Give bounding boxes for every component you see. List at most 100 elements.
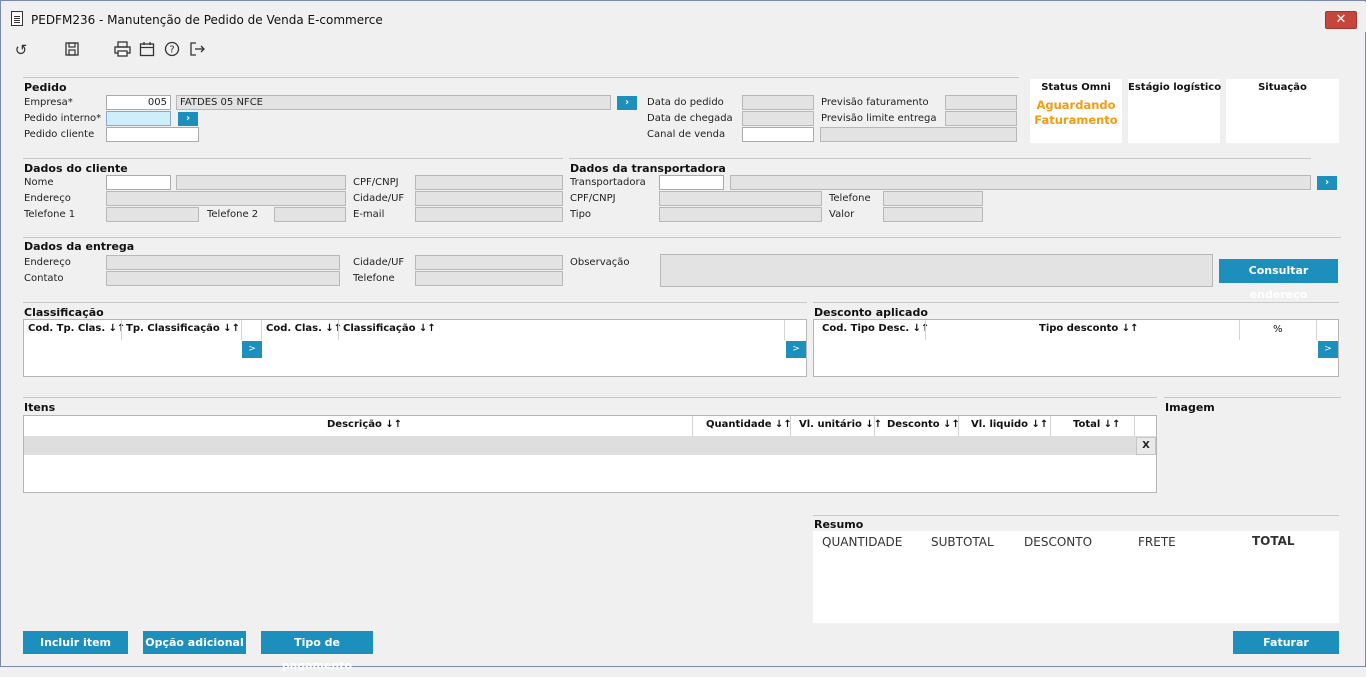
section-resumo: Resumo [814, 518, 864, 531]
status-omni-label: Status Omni [1041, 82, 1111, 93]
undo-icon[interactable]: ↺ [12, 41, 30, 59]
column-divider [261, 320, 262, 340]
entrega-telefone-label: Telefone [353, 273, 395, 284]
svg-text:?: ? [169, 45, 174, 56]
help-icon[interactable]: ? [163, 41, 181, 59]
resumo-quantidade: QUANTIDADE [822, 535, 903, 549]
entrega-observacao-label: Observação [570, 257, 630, 268]
empresa-name-field: FATDES 05 NFCE [176, 95, 611, 110]
desconto-col-tipo[interactable]: Tipo desconto ↓↑ [1039, 323, 1138, 334]
tipo-pagamento-button[interactable]: Tipo de pagamento [261, 631, 373, 672]
cliente-endereco-field [106, 191, 346, 206]
divider [23, 237, 1341, 238]
desconto-col-cod[interactable]: Cod. Tipo Desc. ↓↑ [822, 323, 929, 334]
column-divider [1239, 320, 1240, 340]
cliente-nome-label: Nome [24, 177, 54, 188]
entrega-observacao-field [660, 254, 1213, 287]
classificacao-col-classificacao[interactable]: Classificação ↓↑ [343, 323, 436, 334]
cliente-telefone1-field [106, 207, 199, 222]
divider [569, 158, 1311, 159]
canal-venda-field[interactable] [742, 127, 814, 142]
incluir-item-button[interactable]: Incluir item [23, 631, 128, 654]
entrega-telefone-field [415, 271, 563, 286]
column-divider [338, 320, 339, 340]
close-button[interactable]: ✕ [1325, 11, 1357, 29]
entrega-endereco-field [106, 255, 340, 270]
remove-item-button[interactable]: X [1136, 437, 1156, 455]
classificacao-right-go-button[interactable]: > [786, 341, 806, 358]
itens-col-desconto[interactable]: Desconto ↓↑ [887, 419, 960, 430]
column-divider [925, 320, 926, 340]
itens-col-vl-unitario[interactable]: Vl. unitário ↓↑ [799, 419, 882, 430]
section-imagem: Imagem [1165, 401, 1215, 414]
pedido-cliente-field[interactable] [106, 127, 199, 142]
situacao-label: Situação [1258, 82, 1307, 93]
data-chegada-label: Data de chegada [647, 113, 733, 124]
faturar-button[interactable]: Faturar [1233, 631, 1339, 654]
section-classificacao: Classificação [24, 306, 104, 319]
desconto-go-button[interactable]: > [1318, 341, 1338, 358]
itens-col-descricao[interactable]: Descrição ↓↑ [327, 419, 402, 430]
classificacao-col-cod-tp[interactable]: Cod. Tp. Clas. ↓↑ [28, 323, 125, 334]
consultar-endereco-button[interactable]: Consultar endereço [1219, 259, 1338, 301]
table-row[interactable] [24, 436, 1156, 455]
cliente-email-field [415, 207, 563, 222]
column-divider [1050, 416, 1051, 436]
empresa-search-button[interactable]: › [617, 96, 637, 110]
column-divider [241, 320, 242, 340]
itens-col-total[interactable]: Total ↓↑ [1073, 419, 1121, 430]
status-omni-value-line1: Aguardando [1036, 98, 1116, 112]
entrega-contato-field [106, 271, 340, 286]
classificacao-col-cod[interactable]: Cod. Clas. ↓↑ [266, 323, 342, 334]
save-icon[interactable] [63, 41, 81, 59]
cliente-cidade-field [415, 191, 563, 206]
section-pedido: Pedido [24, 81, 67, 94]
calendar-icon[interactable] [138, 41, 156, 59]
pedido-interno-label: Pedido interno* [24, 113, 102, 124]
pedido-interno-search-button[interactable]: › [178, 112, 198, 126]
entrega-cidade-field [415, 255, 563, 270]
cliente-telefone2-label: Telefone 2 [207, 209, 259, 220]
divider [1164, 397, 1341, 398]
data-pedido-label: Data do pedido [647, 97, 724, 108]
previsao-limite-label: Previsão limite entrega [821, 113, 937, 124]
document-icon [11, 11, 23, 26]
print-icon[interactable] [113, 41, 131, 59]
main-window: PEDFM236 - Manutenção de Pedido de Venda… [0, 0, 1366, 672]
divider [23, 397, 1157, 398]
cliente-email-label: E-mail [353, 209, 385, 220]
transportadora-search-button[interactable]: › [1317, 176, 1337, 190]
entrega-contato-label: Contato [24, 273, 64, 284]
empresa-label: Empresa* [24, 97, 73, 108]
transportadora-cpf-label: CPF/CNPJ [570, 193, 616, 204]
column-divider [121, 320, 122, 340]
itens-col-vl-liquido[interactable]: Vl. liquido ↓↑ [971, 419, 1048, 430]
exit-icon[interactable] [188, 41, 206, 59]
classificacao-col-tp[interactable]: Tp. Classificação ↓↑ [126, 323, 240, 334]
cliente-nome-desc-field [176, 175, 346, 190]
opcao-adicional-button[interactable]: Opção adicional [143, 631, 246, 654]
section-cliente: Dados do cliente [24, 162, 128, 175]
transportadora-tipo-label: Tipo [570, 209, 592, 220]
data-pedido-field [742, 95, 814, 110]
divider [23, 77, 1019, 78]
previsao-faturamento-label: Previsão faturamento [821, 97, 929, 108]
cliente-cpf-label: CPF/CNPJ [353, 177, 399, 188]
section-entrega: Dados da entrega [24, 240, 135, 253]
section-itens: Itens [24, 401, 56, 414]
cliente-nome-field[interactable] [106, 175, 171, 190]
transportadora-code-field[interactable] [659, 175, 724, 190]
itens-col-quantidade[interactable]: Quantidade ↓↑ [706, 419, 792, 430]
transportadora-valor-label: Valor [829, 209, 855, 220]
cliente-cpf-field [415, 175, 563, 190]
empresa-code-field[interactable]: 005 [106, 95, 171, 110]
cliente-cidade-label: Cidade/UF [353, 193, 405, 204]
transportadora-telefone-label: Telefone [829, 193, 871, 204]
transportadora-cpf-field [659, 191, 822, 206]
pedido-interno-field[interactable] [106, 111, 171, 126]
window-title: PEDFM236 - Manutenção de Pedido de Venda… [31, 13, 383, 27]
divider [23, 158, 563, 159]
transportadora-label: Transportadora [570, 177, 646, 188]
classificacao-left-go-button[interactable]: > [242, 341, 262, 358]
desconto-col-percent[interactable]: % [1273, 324, 1283, 335]
